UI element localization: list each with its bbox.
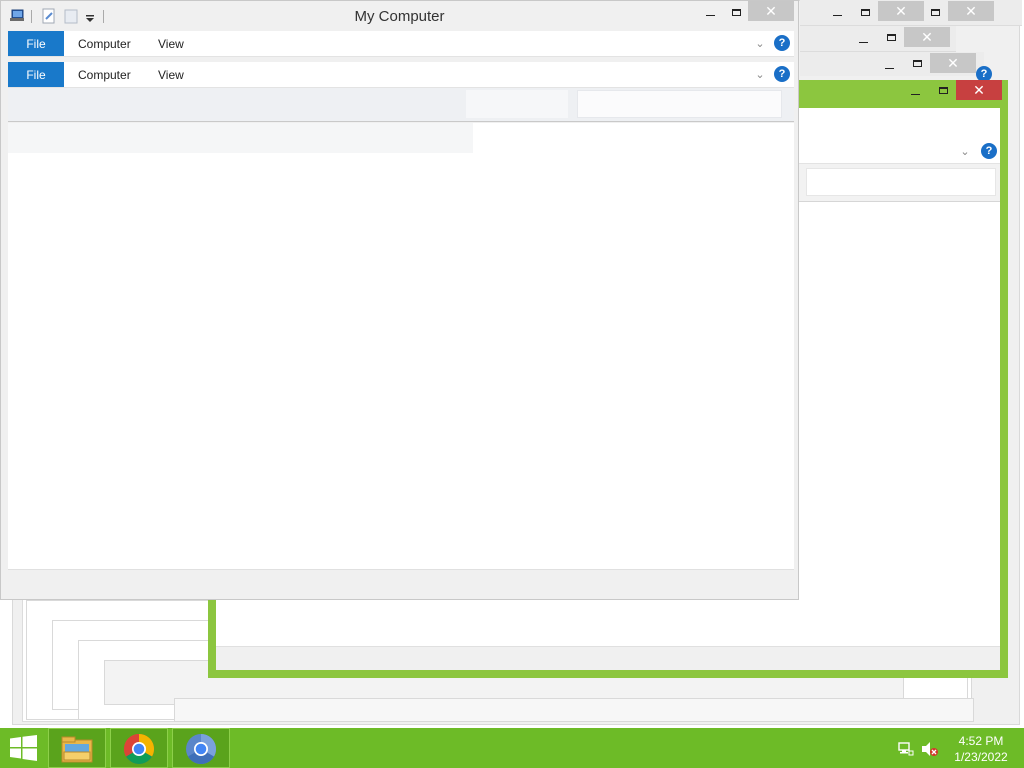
address-bar[interactable] xyxy=(8,88,794,122)
help-icon[interactable]: ? xyxy=(774,66,790,82)
tray-network[interactable] xyxy=(896,728,916,768)
background-window-frame xyxy=(174,698,974,722)
maximize-button[interactable] xyxy=(852,2,878,22)
minimize-icon xyxy=(705,14,715,16)
volume-muted-icon xyxy=(922,742,938,756)
file-tab[interactable]: File xyxy=(8,62,64,87)
tab-computer[interactable]: Computer xyxy=(78,31,131,56)
maximize-icon xyxy=(912,59,922,67)
maximize-icon xyxy=(938,86,948,94)
tab-view[interactable]: View xyxy=(158,62,184,87)
file-explorer-icon xyxy=(61,736,93,763)
minimize-icon xyxy=(884,67,894,69)
title-bar: My Computer ✕ xyxy=(1,1,798,31)
minimize-icon xyxy=(832,14,842,16)
status-bar xyxy=(8,569,794,595)
maximize-button[interactable] xyxy=(904,53,930,73)
address-field[interactable] xyxy=(466,90,568,118)
help-icon[interactable]: ? xyxy=(981,143,997,159)
help-icon[interactable]: ? xyxy=(774,35,790,51)
network-icon xyxy=(898,742,914,756)
close-button[interactable]: ✕ xyxy=(948,1,994,21)
minimize-button[interactable] xyxy=(876,55,902,75)
column-header-row xyxy=(8,123,473,153)
close-button[interactable]: ✕ xyxy=(748,1,794,21)
clock[interactable]: 4:52 PM 1/23/2022 xyxy=(946,728,1016,768)
start-button[interactable] xyxy=(0,728,48,768)
chrome-canary-icon xyxy=(186,734,217,765)
minimize-button[interactable] xyxy=(697,2,723,22)
maximize-icon xyxy=(886,33,896,41)
close-button[interactable]: ✕ xyxy=(956,80,1002,100)
close-icon: ✕ xyxy=(765,3,777,19)
maximize-button[interactable] xyxy=(723,2,749,22)
maximize-icon xyxy=(860,8,870,16)
minimize-button[interactable] xyxy=(902,81,928,101)
close-button[interactable]: ✕ xyxy=(878,1,924,21)
maximize-button[interactable] xyxy=(878,27,904,47)
ribbon-tab-row: File Computer View ⌄ ? xyxy=(8,31,794,57)
windows-logo-icon xyxy=(10,735,37,761)
ribbon-collapse-icon[interactable]: ⌄ xyxy=(753,67,767,81)
taskbar-file-explorer[interactable] xyxy=(48,728,106,768)
content-pane xyxy=(8,123,794,569)
tray-volume[interactable] xyxy=(920,728,940,768)
close-icon: ✕ xyxy=(895,3,907,19)
close-button[interactable]: ✕ xyxy=(904,27,950,47)
ribbon-tab-row: File Computer View ⌄ ? xyxy=(8,62,794,88)
minimize-icon xyxy=(910,93,920,95)
file-tab[interactable]: File xyxy=(8,31,64,56)
ribbon-collapse-icon[interactable]: ⌄ xyxy=(958,144,972,158)
status-bar xyxy=(216,646,1000,670)
minimize-icon xyxy=(858,41,868,43)
close-icon: ✕ xyxy=(947,55,959,71)
search-box[interactable] xyxy=(577,90,782,118)
minimize-button[interactable] xyxy=(824,2,850,22)
maximize-icon xyxy=(731,8,741,16)
maximize-button[interactable] xyxy=(930,80,956,100)
clock-date: 1/23/2022 xyxy=(954,750,1008,764)
tab-computer[interactable]: Computer xyxy=(78,62,131,87)
close-icon: ✕ xyxy=(965,3,977,19)
my-computer-window: My Computer ✕ File Computer View ⌄ ? Fil… xyxy=(0,0,799,600)
search-box[interactable] xyxy=(806,168,996,196)
taskbar: 4:52 PM 1/23/2022 xyxy=(0,728,1024,768)
close-button[interactable]: ✕ xyxy=(930,53,976,73)
minimize-button[interactable] xyxy=(850,29,876,49)
maximize-icon xyxy=(930,8,940,16)
chrome-icon xyxy=(123,734,155,765)
maximize-button[interactable] xyxy=(922,2,948,22)
clock-time: 4:52 PM xyxy=(958,734,1004,748)
tab-view[interactable]: View xyxy=(158,31,184,56)
ribbon-collapse-icon[interactable]: ⌄ xyxy=(753,36,767,50)
close-icon: ✕ xyxy=(921,29,933,45)
close-icon: ✕ xyxy=(973,82,985,98)
window-title: My Computer xyxy=(354,8,445,25)
taskbar-chrome[interactable] xyxy=(110,728,168,768)
taskbar-chrome-canary[interactable] xyxy=(172,728,230,768)
